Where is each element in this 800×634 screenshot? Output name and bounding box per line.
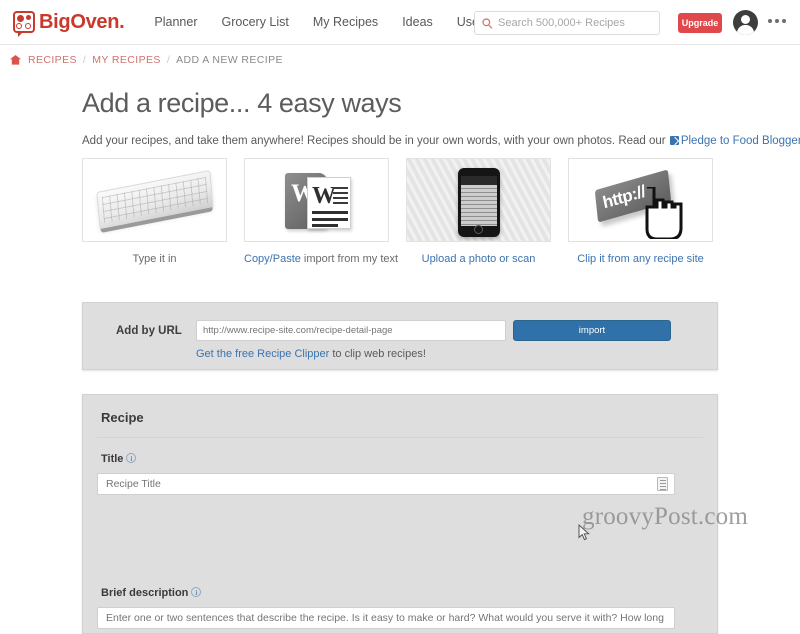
page-title: Add a recipe... 4 easy ways	[82, 88, 402, 118]
breadcrumb-separator: /	[82, 54, 87, 66]
pledge-to-food-bloggers-link[interactable]: Pledge to Food Bloggers.	[681, 135, 800, 147]
nav-item-planner[interactable]: Planner	[154, 15, 197, 29]
breadcrumb: RECIPES / MY RECIPES / ADD A NEW RECIPE	[0, 46, 800, 74]
recipe-title-input[interactable]	[97, 473, 675, 495]
add-by-url-panel: Add by URL import Get the free Recipe Cl…	[82, 302, 718, 370]
upload-photo-or-scan-link[interactable]: Upload a photo or scan	[422, 253, 536, 265]
option-card-copy-paste[interactable]: W W Copy/Paste import from my text	[244, 158, 398, 265]
clip-from-recipe-site-link[interactable]: Clip it from any recipe site	[577, 253, 704, 265]
http-key-cursor-image[interactable]: http://	[568, 158, 713, 242]
breadcrumb-separator: /	[166, 54, 171, 66]
upgrade-button[interactable]: Upgrade	[678, 13, 722, 33]
description-label-text: Brief description	[101, 587, 189, 599]
recipe-clipper-text: to clip web recipes!	[329, 348, 426, 360]
search-icon	[482, 17, 493, 29]
option-card-caption: Copy/Paste import from my text	[244, 253, 398, 265]
title-field-label: Title i	[101, 453, 137, 465]
caption-text-type-it-in: Type it in	[132, 253, 177, 265]
recipe-clipper-link[interactable]: Get the free Recipe Clipper	[196, 348, 329, 360]
nav-item-grocery-list[interactable]: Grocery List	[222, 15, 289, 29]
add-by-url-label: Add by URL	[116, 325, 182, 337]
more-dots-icon[interactable]	[768, 19, 786, 23]
section-divider	[97, 437, 703, 438]
recipe-description-input[interactable]	[97, 607, 675, 629]
search-input[interactable]: Search 500,000+ Recipes	[498, 17, 625, 29]
title-label-text: Title	[101, 453, 124, 465]
search-box[interactable]: Search 500,000+ Recipes	[474, 11, 660, 35]
phone-photo-image[interactable]	[406, 158, 551, 242]
breadcrumb-item-recipes[interactable]: RECIPES	[28, 54, 77, 66]
description-field-label: Brief description i	[101, 587, 202, 599]
nav-item-my-recipes[interactable]: My Recipes	[313, 15, 378, 29]
option-card-caption: Upload a photo or scan	[406, 253, 551, 265]
intro-text: Add your recipes, and take them anywhere…	[82, 135, 800, 147]
nav-item-ideas[interactable]: Ideas	[402, 15, 433, 29]
caption-text-copy-paste: import from my text	[300, 253, 399, 265]
intro-sentence: Add your recipes, and take them anywhere…	[82, 135, 666, 147]
recipe-section-heading: Recipe	[101, 410, 144, 425]
home-icon[interactable]	[10, 55, 21, 65]
option-card-clip-recipe[interactable]: http:// Clip it from any recipe site	[568, 158, 713, 265]
info-icon[interactable]: i	[126, 453, 137, 463]
add-recipe-options: Type it in W W Copy/Paste import from my…	[82, 158, 730, 265]
option-card-caption: Clip it from any recipe site	[568, 253, 713, 265]
option-card-type-it-in[interactable]: Type it in	[82, 158, 227, 265]
word-document-image[interactable]: W W	[244, 158, 389, 242]
site-header: BigOven. Planner Grocery List My Recipes…	[0, 0, 800, 45]
url-input[interactable]	[196, 320, 506, 341]
external-link-icon	[669, 136, 679, 145]
option-card-upload-photo[interactable]: Upload a photo or scan	[406, 158, 551, 265]
recipe-clipper-line: Get the free Recipe Clipper to clip web …	[196, 348, 426, 360]
breadcrumb-item-current: ADD A NEW RECIPE	[176, 54, 283, 66]
breadcrumb-item-my-recipes[interactable]: MY RECIPES	[92, 54, 161, 66]
copy-paste-link[interactable]: Copy/Paste	[244, 253, 301, 265]
bigoven-burner-logo-icon	[13, 11, 35, 37]
recipe-form-panel: Recipe Titlei Brief descriptioni	[82, 394, 718, 634]
keyboard-image[interactable]	[82, 158, 227, 242]
user-avatar-icon[interactable]	[733, 10, 758, 35]
import-button[interactable]: import	[513, 320, 671, 341]
option-card-caption: Type it in	[82, 253, 227, 265]
info-icon[interactable]: i	[191, 587, 202, 597]
text-options-icon[interactable]	[657, 477, 668, 491]
logo-text: BigOven.	[39, 10, 125, 33]
bigoven-logo[interactable]: BigOven.	[13, 10, 125, 37]
